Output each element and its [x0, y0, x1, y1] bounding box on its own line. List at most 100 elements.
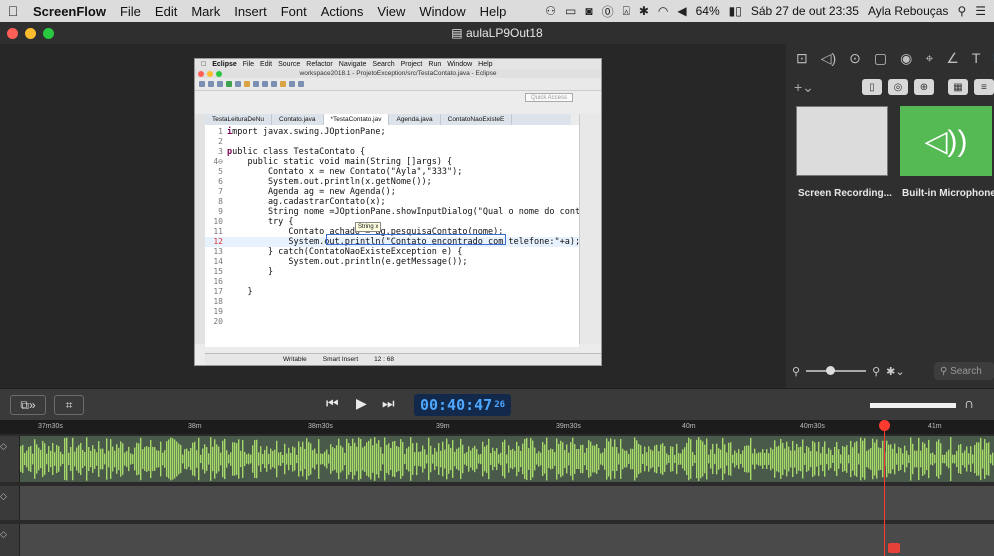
user-name[interactable]: Ayla Rebouças	[868, 4, 949, 18]
menu-list-icon[interactable]: ☰	[975, 4, 986, 18]
audio-clip-track[interactable]	[20, 436, 994, 482]
grid-view-icon[interactable]: ▦	[947, 79, 968, 95]
airplay-icon[interactable]: ⍓	[623, 4, 630, 19]
volume-icon[interactable]: ◀	[677, 4, 686, 18]
video-properties-icon[interactable]: ⊡	[796, 50, 808, 67]
waveform-bar	[296, 454, 298, 464]
clock[interactable]: Sáb 27 de out 23:35	[751, 4, 859, 18]
waveform-bar	[288, 447, 290, 471]
battery-percent[interactable]: 64%	[696, 4, 720, 18]
waveform-bar	[560, 440, 562, 478]
waveform-bar	[922, 441, 924, 477]
display-icon[interactable]: ▭	[565, 4, 576, 18]
track-toggle-icon[interactable]: ◇	[0, 529, 7, 539]
waveform-bar	[664, 446, 666, 472]
settings-gear-icon[interactable]: ✱⌄	[886, 365, 904, 378]
eclipse-menu-edit: Edit	[254, 60, 272, 68]
capture-icon[interactable]: ◙	[585, 4, 592, 18]
track-header[interactable]: ◇	[0, 436, 20, 482]
list-view-icon[interactable]: ≡	[973, 79, 994, 95]
volume-slider[interactable]	[870, 403, 956, 408]
menu-font[interactable]: Font	[274, 4, 314, 19]
waveform-bar	[444, 449, 446, 469]
track-header[interactable]: ◇	[0, 524, 20, 556]
waveform-bar	[402, 442, 404, 476]
waveform-bar	[136, 442, 138, 476]
track-toggle-icon[interactable]: ◇	[0, 441, 7, 451]
waveform-bar	[800, 446, 802, 472]
waveform-bar	[896, 453, 898, 465]
menu-help[interactable]: Help	[473, 4, 514, 19]
preview-canvas[interactable]:  Eclipse File Edit Source Refactor Navi…	[0, 44, 786, 388]
pen-icon[interactable]: ∠	[946, 50, 959, 67]
waveform-bar	[208, 453, 210, 465]
microphone-thumbnail[interactable]: ◁))	[900, 106, 992, 176]
timeline-ruler[interactable]: 37m30s 38m 38m30s 39m 39m30s 40m 40m30s …	[0, 420, 994, 434]
headphones-icon[interactable]: ∩	[964, 395, 974, 411]
playhead-marker[interactable]	[888, 543, 900, 553]
waveform-bar	[154, 447, 156, 471]
waveform-bar	[972, 454, 974, 464]
search-icon[interactable]: ⚲	[957, 4, 966, 18]
apple-icon[interactable]: 	[0, 3, 26, 19]
waveform-bar	[374, 437, 376, 481]
waveform-bar	[290, 453, 292, 465]
annotations-icon[interactable]: ⌖	[925, 50, 933, 67]
track-toggle-icon[interactable]: ◇	[0, 491, 7, 501]
menu-actions[interactable]: Actions	[314, 4, 371, 19]
empty-track[interactable]	[20, 524, 994, 556]
waveform-bar	[898, 446, 900, 472]
menu-view[interactable]: View	[370, 4, 412, 19]
play-button[interactable]: ▶	[356, 395, 367, 412]
library-icon[interactable]: ◎	[887, 79, 908, 95]
add-media-button[interactable]: +⌄	[794, 79, 814, 96]
menu-window[interactable]: Window	[412, 4, 472, 19]
playhead-line[interactable]	[884, 420, 885, 556]
waveform-bar	[582, 444, 584, 474]
screen-recording-icon[interactable]: ⊙	[849, 50, 861, 67]
eclipse-window[interactable]:  Eclipse File Edit Source Refactor Navi…	[194, 58, 602, 366]
rewind-button[interactable]: ⏮	[326, 395, 339, 412]
zoom-in-icon[interactable]: ⚲	[872, 365, 880, 378]
snap-toggle-button[interactable]: ⧉»	[10, 395, 46, 415]
slider-knob[interactable]	[826, 366, 836, 375]
waveform-bar	[784, 448, 786, 470]
fast-forward-button[interactable]: ⏭	[382, 395, 395, 412]
waveform-bar	[144, 447, 146, 471]
waveform-bar	[26, 450, 28, 468]
text-icon[interactable]: T	[972, 50, 981, 67]
stock-icon[interactable]: ⊕	[913, 79, 934, 95]
waveform-bar	[172, 438, 174, 480]
waveform-bar	[342, 447, 344, 471]
menu-mark[interactable]: Mark	[184, 4, 227, 19]
zoom-out-icon[interactable]: ⚲	[792, 365, 800, 378]
code-line: 20	[213, 317, 223, 326]
circle-icon[interactable]: ⓪	[602, 3, 614, 20]
playhead-handle[interactable]	[879, 420, 890, 431]
wifi-icon[interactable]: ◠	[658, 4, 668, 18]
waveform-bar	[284, 443, 286, 475]
battery-icon[interactable]: ▮▯	[729, 4, 742, 18]
screen-recording-thumbnail[interactable]	[796, 106, 888, 176]
waveform-bar	[880, 448, 882, 470]
menu-insert[interactable]: Insert	[227, 4, 274, 19]
media-search-input[interactable]: ⚲ Search	[934, 362, 994, 380]
waveform-bar	[786, 441, 788, 477]
bluetooth-icon[interactable]: ✱	[639, 4, 649, 18]
panel-bottom-bar: ⚲ ⚲ ✱⌄ ⚲ Search	[792, 360, 994, 382]
thumbnail-size-slider[interactable]	[806, 366, 867, 375]
callout-icon[interactable]: ▢	[874, 50, 887, 67]
menu-app[interactable]: ScreenFlow	[26, 4, 113, 19]
touch-callout-icon[interactable]: ◉	[900, 50, 912, 67]
code-line: 19	[213, 307, 223, 316]
waveform-bar	[588, 440, 590, 478]
crop-button[interactable]: ⌗	[54, 395, 84, 415]
track-header[interactable]: ◇	[0, 486, 20, 520]
audio-properties-icon[interactable]: ◁)	[821, 50, 836, 67]
menu-file[interactable]: File	[113, 4, 148, 19]
document-media-icon[interactable]: ▯	[861, 79, 882, 95]
empty-track[interactable]	[20, 486, 994, 520]
screenflow-status-icon[interactable]: ⚇	[545, 4, 556, 18]
menu-edit[interactable]: Edit	[148, 4, 184, 19]
waveform-bar	[314, 448, 316, 470]
